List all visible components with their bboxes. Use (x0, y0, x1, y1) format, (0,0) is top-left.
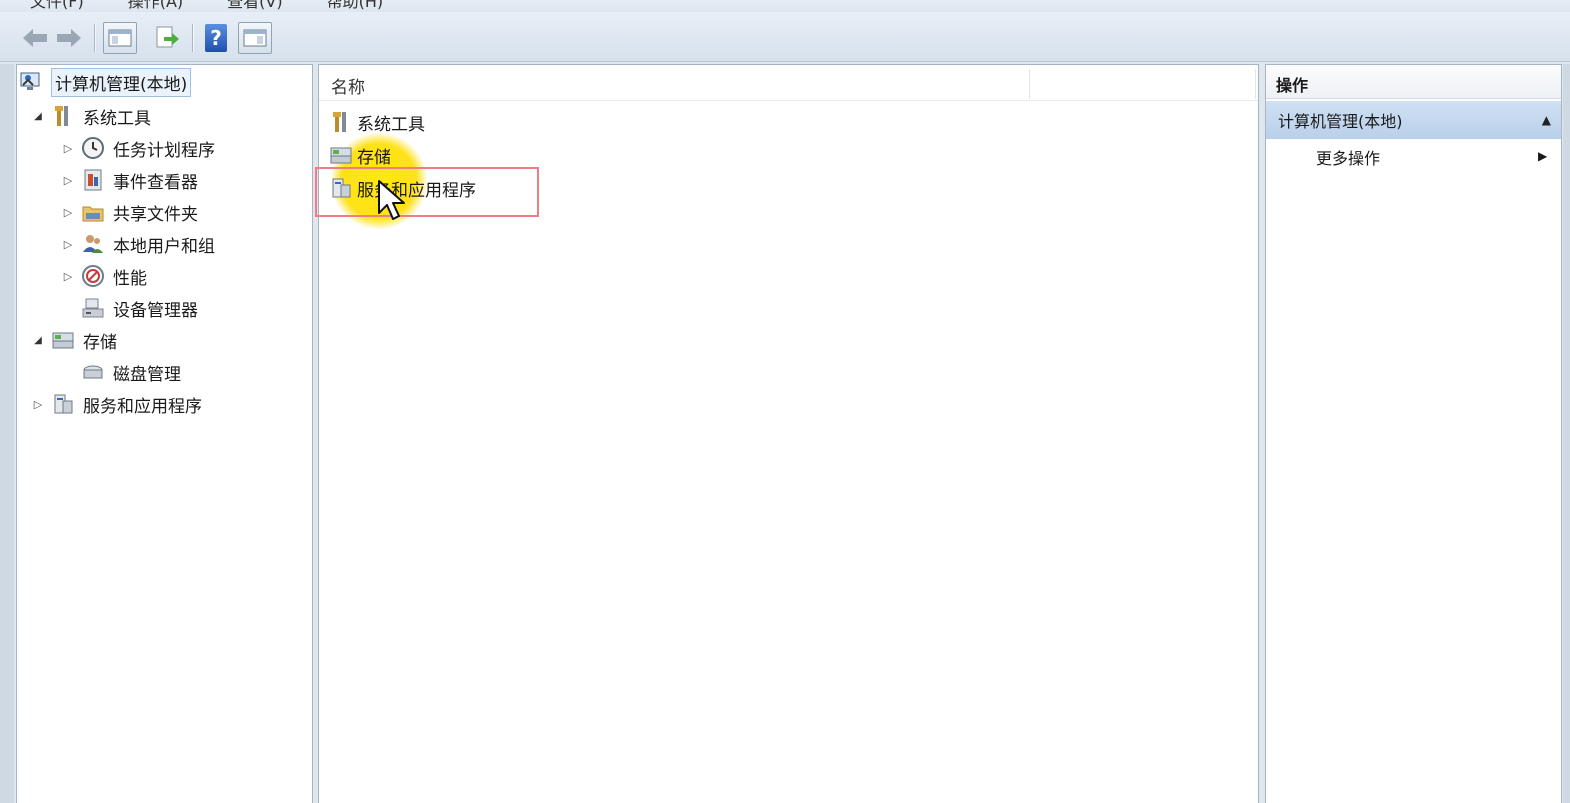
list-item-label: 服务和应用程序 (357, 180, 476, 201)
menu-view[interactable]: 查看(V) (227, 0, 282, 12)
menu-action[interactable]: 操作(A) (128, 0, 183, 12)
services-icon (329, 176, 353, 200)
collapse-up-icon[interactable]: ▲ (1542, 113, 1551, 127)
help-button[interactable]: ? (203, 22, 229, 54)
tree-item-performance[interactable]: ▷ 性能 (61, 261, 147, 291)
arrow-right-icon (57, 29, 81, 47)
console-tree-icon (108, 29, 132, 47)
tree-item-services-applications[interactable]: ▷ 服务和应用程序 (31, 389, 202, 419)
action-pane-icon (243, 29, 267, 47)
export-list-icon (156, 26, 179, 48)
computer-management-window: 文件(F) 操作(A) 查看(V) 帮助(H) ? 计算机管理(本地) ◢ 系统… (0, 0, 1570, 803)
performance-icon (81, 264, 105, 288)
column-divider[interactable] (1255, 69, 1256, 99)
arrow-left-icon (23, 29, 47, 47)
tree-item-computer-management[interactable]: 计算机管理(本地) (19, 67, 192, 97)
column-header-name[interactable]: 名称 (331, 73, 365, 98)
tree-item-device-manager[interactable]: 设备管理器 (81, 293, 198, 323)
actions-section-label: 计算机管理(本地) (1278, 112, 1403, 131)
toolbar-separator (94, 24, 95, 52)
disk-management-icon (81, 360, 105, 384)
tree-item-event-viewer[interactable]: ▷ 事件查看器 (61, 165, 198, 195)
menu-file[interactable]: 文件(F) (30, 0, 84, 12)
expanded-arrow-icon[interactable]: ◢ (31, 111, 45, 122)
tree-item-label: 本地用户和组 (113, 236, 215, 257)
tree-item-label: 任务计划程序 (113, 140, 215, 161)
storage-icon (329, 143, 353, 167)
tree-item-label: 事件查看器 (113, 172, 198, 193)
list-item-storage[interactable]: 存储 (329, 140, 391, 170)
back-button[interactable] (20, 22, 50, 54)
list-header: 名称 (319, 65, 1258, 101)
collapsed-arrow-icon[interactable]: ▷ (61, 270, 75, 283)
actions-section-header[interactable]: 计算机管理(本地) ▲ (1266, 101, 1561, 139)
show-hide-action-pane-button[interactable] (238, 22, 272, 54)
results-list-pane: 名称 系统工具 存储 服务和应用程序 (315, 64, 1259, 803)
menu-help[interactable]: 帮助(H) (327, 0, 384, 12)
tree-item-shared-folders[interactable]: ▷ 共享文件夹 (61, 197, 198, 227)
more-actions-link[interactable]: 更多操作 (1316, 145, 1380, 169)
tree-item-system-tools[interactable]: ◢ 系统工具 (31, 101, 151, 131)
computer-management-icon (19, 70, 43, 94)
collapsed-arrow-icon[interactable]: ▷ (61, 238, 75, 251)
tree-item-label: 计算机管理(本地) (51, 67, 192, 97)
collapsed-arrow-icon[interactable]: ▷ (31, 398, 45, 411)
tree-item-task-scheduler[interactable]: ▷ 任务计划程序 (61, 133, 215, 163)
tree-item-label: 性能 (113, 268, 147, 289)
collapsed-arrow-icon[interactable]: ▷ (61, 206, 75, 219)
submenu-arrow-icon[interactable]: ▶ (1538, 149, 1547, 163)
tree-item-label: 系统工具 (83, 108, 151, 129)
users-icon (81, 232, 105, 256)
actions-pane: 操作 计算机管理(本地) ▲ 更多操作 ▶ (1265, 64, 1562, 803)
tree-item-label: 共享文件夹 (113, 204, 198, 225)
console-tree-pane: 计算机管理(本地) ◢ 系统工具 ▷ 任务计划程序 ▷ 事件查看器 ▷ 共享文件… (16, 64, 313, 803)
actions-pane-title: 操作 (1266, 65, 1561, 99)
export-list-button[interactable] (151, 22, 183, 54)
storage-icon (51, 328, 75, 352)
list-item-system-tools[interactable]: 系统工具 (329, 107, 425, 137)
tree-item-disk-management[interactable]: 磁盘管理 (81, 357, 181, 387)
collapsed-arrow-icon[interactable]: ▷ (61, 142, 75, 155)
tools-icon (51, 104, 75, 128)
list-item-label: 存储 (357, 147, 391, 168)
tree-item-label: 磁盘管理 (113, 364, 181, 385)
clock-icon (81, 136, 105, 160)
list-item-label: 系统工具 (357, 114, 425, 135)
services-icon (51, 392, 75, 416)
toolbar-separator (192, 24, 193, 52)
tree-item-storage[interactable]: ◢ 存储 (31, 325, 117, 355)
mouse-pointer-icon (378, 180, 405, 220)
tree-item-local-users-groups[interactable]: ▷ 本地用户和组 (61, 229, 215, 259)
help-icon: ? (205, 24, 227, 52)
tree-item-label: 存储 (83, 332, 117, 353)
window-border-right (1563, 64, 1570, 803)
event-viewer-icon (81, 168, 105, 192)
menu-bar: 文件(F) 操作(A) 查看(V) 帮助(H) (0, 0, 1570, 12)
expanded-arrow-icon[interactable]: ◢ (31, 335, 45, 346)
window-border-left (0, 64, 14, 803)
show-hide-tree-button[interactable] (103, 22, 137, 54)
device-manager-icon (81, 296, 105, 320)
collapsed-arrow-icon[interactable]: ▷ (61, 174, 75, 187)
tree-item-label: 服务和应用程序 (83, 396, 202, 417)
column-divider[interactable] (1029, 69, 1030, 99)
shared-folder-icon (81, 200, 105, 224)
tree-item-label: 设备管理器 (113, 300, 198, 321)
toolbar: ? (0, 12, 1570, 62)
tools-icon (329, 110, 353, 134)
forward-button[interactable] (54, 22, 84, 54)
